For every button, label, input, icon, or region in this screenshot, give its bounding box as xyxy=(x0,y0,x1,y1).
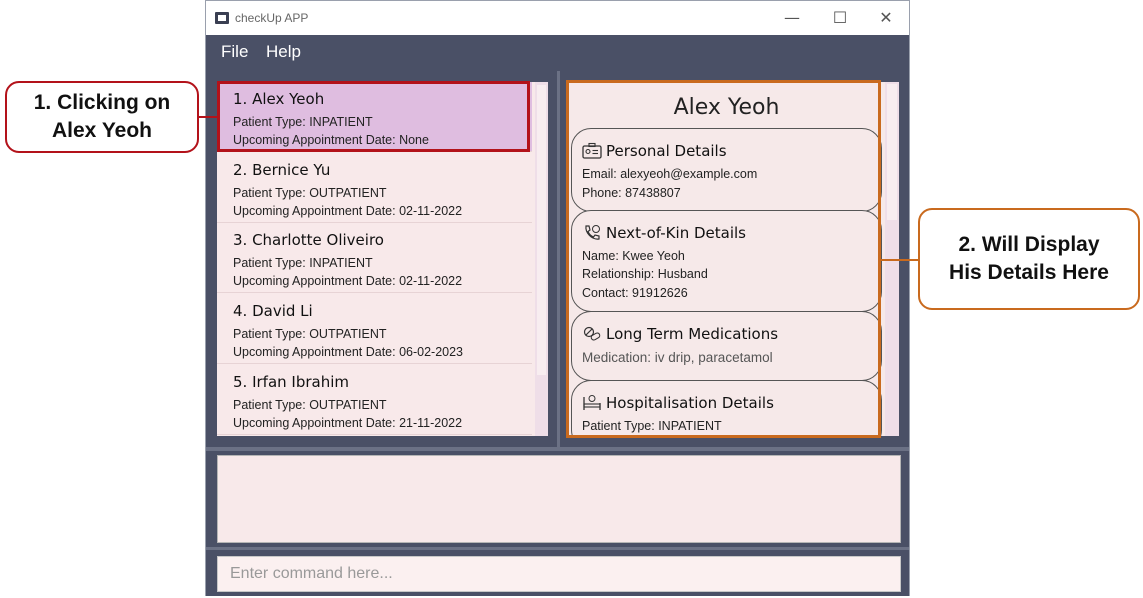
callout-connector-left xyxy=(199,116,217,118)
result-display xyxy=(217,455,901,543)
callout-display-details: 2. Will Display His Details Here xyxy=(918,208,1140,310)
patient-name: 5. Irfan Ibrahim xyxy=(233,373,350,391)
patient-card-irfan-ibrahim[interactable]: 5. Irfan Ibrahim Patient Type: OUTPATIEN… xyxy=(217,365,532,435)
patient-appointment: Upcoming Appointment Date: 06-02-2023 xyxy=(233,345,464,359)
patient-appointment: Upcoming Appointment Date: 02-11-2022 xyxy=(233,204,463,218)
patient-type: Patient Type: OUTPATIENT xyxy=(233,327,387,341)
patient-card-charlotte-oliveiro[interactable]: 3. Charlotte Oliveiro Patient Type: INPA… xyxy=(217,223,532,293)
callout-left-line2: Alex Yeoh xyxy=(52,119,152,142)
patient-card-david-li[interactable]: 4. David Li Patient Type: OUTPATIENT Upc… xyxy=(217,294,532,364)
patient-list-scroll-thumb[interactable] xyxy=(537,85,546,375)
close-button[interactable]: ✕ xyxy=(864,5,908,31)
callout-right-line2: His Details Here xyxy=(949,261,1109,284)
divider xyxy=(206,547,909,550)
menu-bar: File Help xyxy=(206,35,909,69)
minimize-button[interactable]: — xyxy=(770,5,814,31)
patient-name: 4. David Li xyxy=(233,302,313,320)
patient-name: 2. Bernice Yu xyxy=(233,161,331,179)
callout-connector-right xyxy=(881,259,918,261)
callout-right-line1: 2. Will Display xyxy=(958,233,1100,256)
divider xyxy=(206,447,909,451)
title-bar: checkUp APP — ☐ ✕ xyxy=(206,1,909,35)
patient-card-bernice-yu[interactable]: 2. Bernice Yu Patient Type: OUTPATIENT U… xyxy=(217,153,532,223)
patient-type: Patient Type: INPATIENT xyxy=(233,256,373,270)
patient-name: 3. Charlotte Oliveiro xyxy=(233,231,384,249)
highlight-detail-panel xyxy=(566,80,881,438)
detail-scroll-thumb[interactable] xyxy=(887,84,897,220)
panel-divider xyxy=(557,71,560,449)
patient-appointment: Upcoming Appointment Date: 21-11-2022 xyxy=(233,416,463,430)
maximize-button[interactable]: ☐ xyxy=(818,5,862,31)
patient-type: Patient Type: OUTPATIENT xyxy=(233,186,387,200)
highlight-selected-patient xyxy=(217,81,530,152)
menu-help[interactable]: Help xyxy=(266,42,301,62)
callout-clicking-patient: 1. Clicking on Alex Yeoh xyxy=(5,81,199,153)
patient-type: Patient Type: OUTPATIENT xyxy=(233,398,387,412)
patient-appointment: Upcoming Appointment Date: 02-11-2022 xyxy=(233,274,463,288)
window-title: checkUp APP xyxy=(235,11,309,25)
menu-file[interactable]: File xyxy=(221,42,248,62)
command-box xyxy=(217,556,901,592)
app-icon xyxy=(215,12,229,24)
command-input[interactable] xyxy=(218,557,900,591)
callout-left-line1: 1. Clicking on xyxy=(33,91,171,114)
